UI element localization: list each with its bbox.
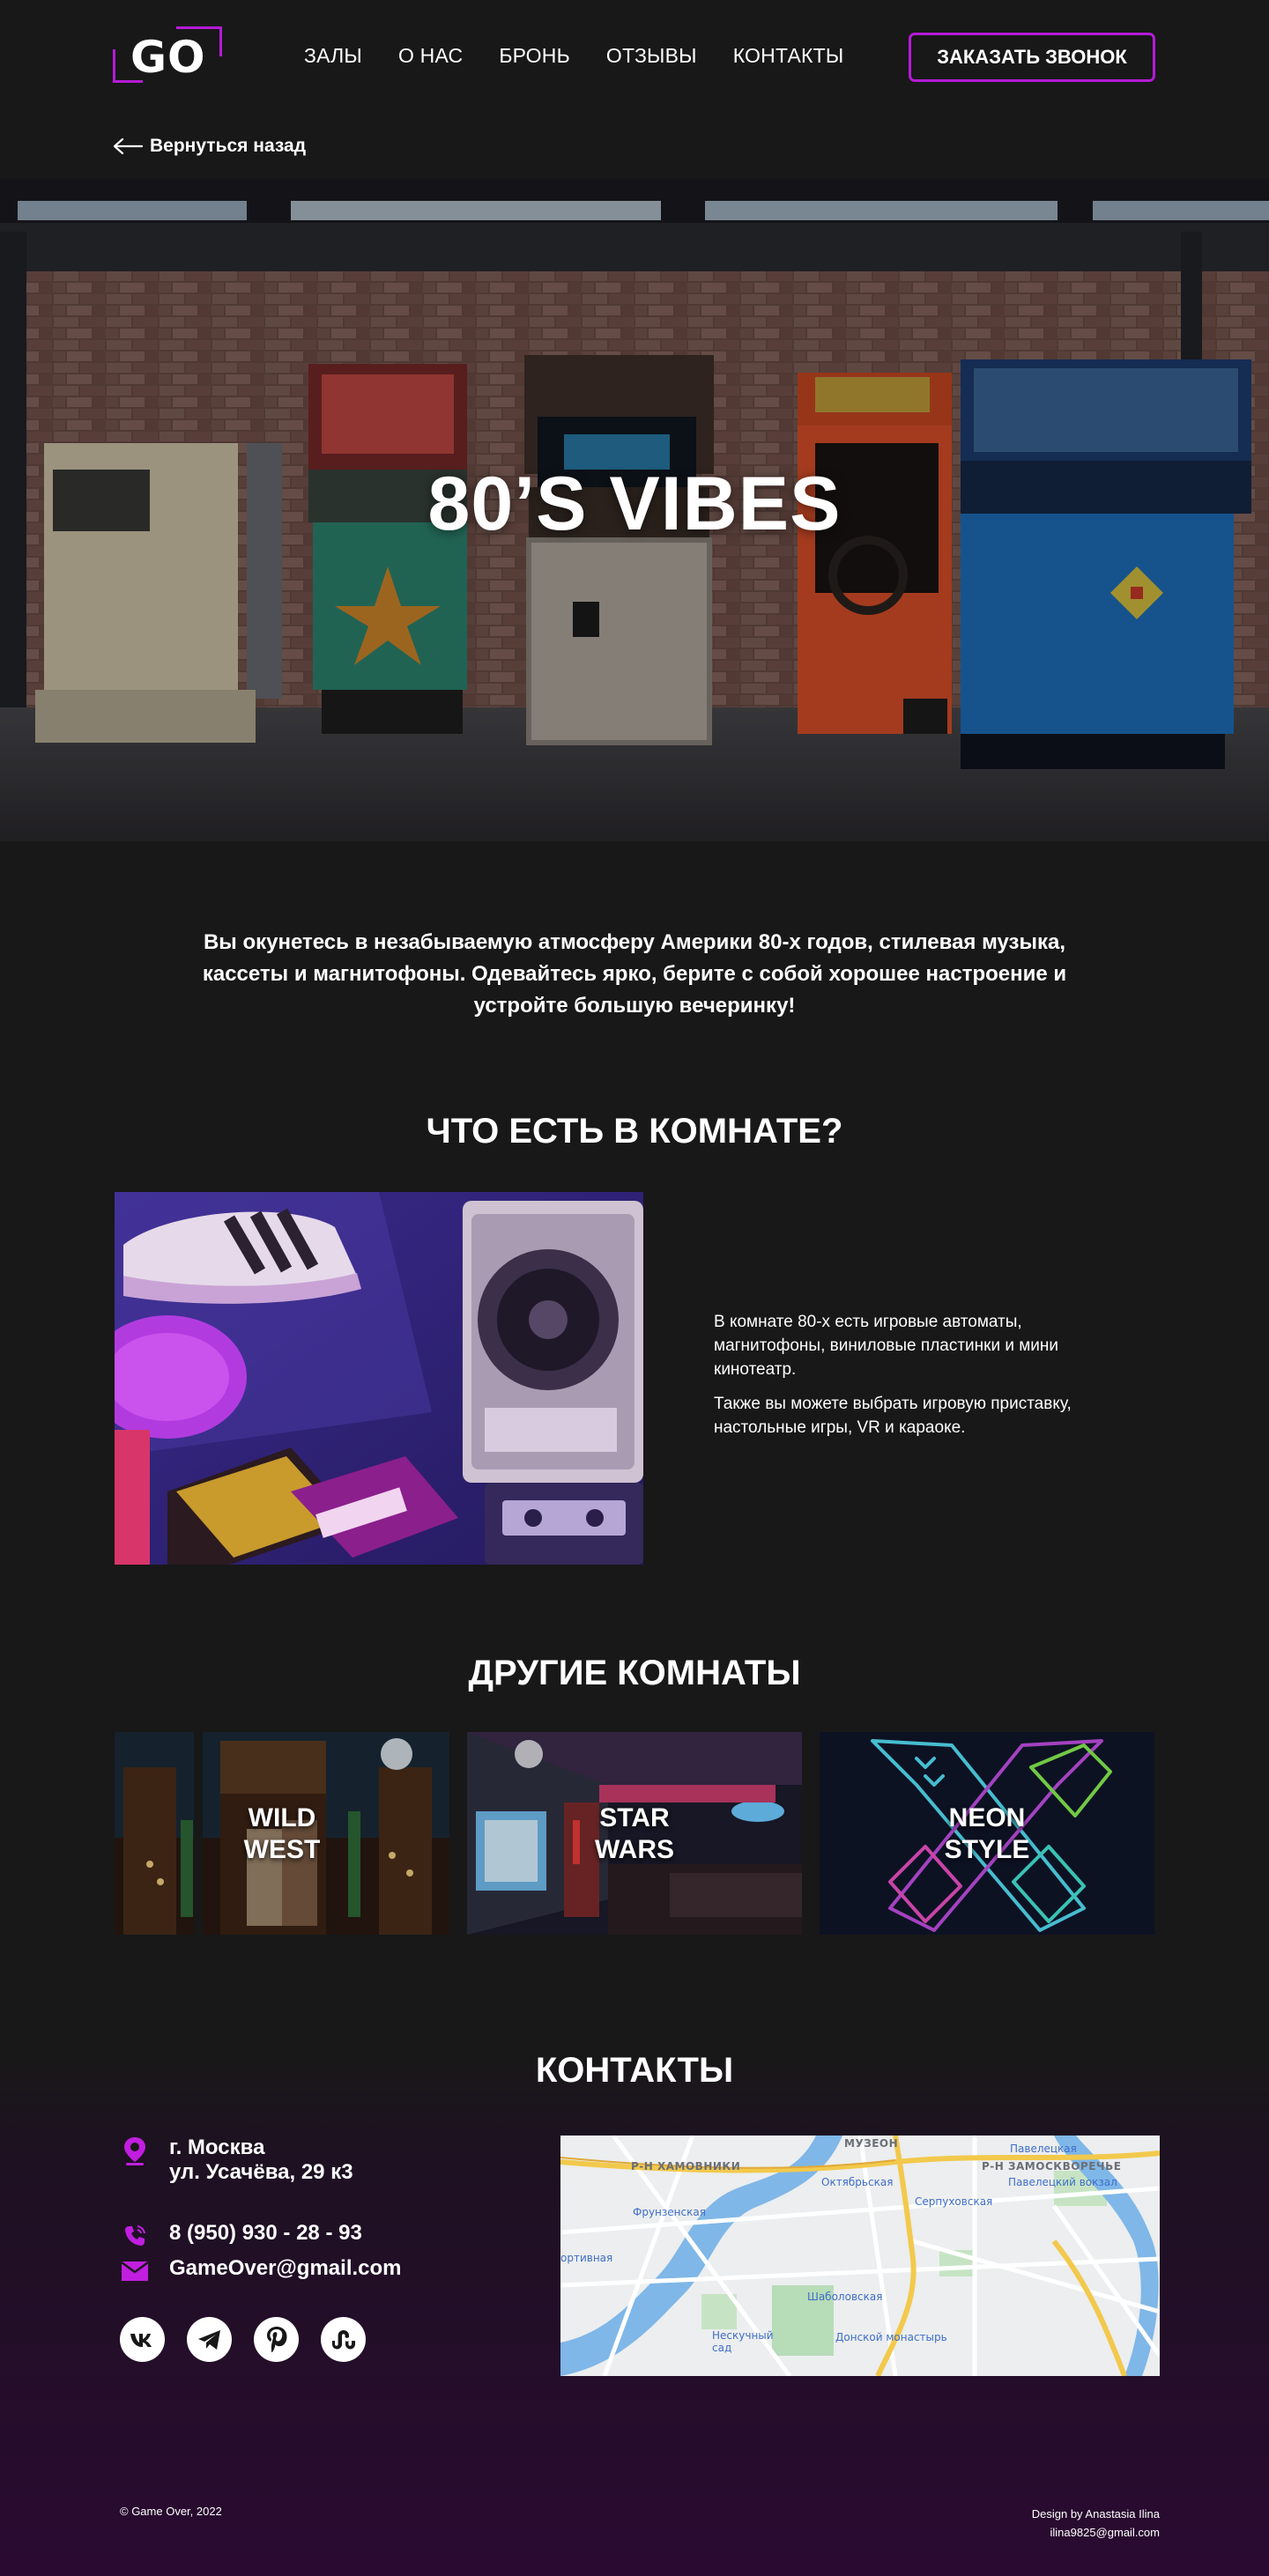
nav-item-halls[interactable]: ЗАЛЫ	[304, 44, 362, 68]
map-label: Фрунзенская	[633, 2206, 706, 2218]
logo[interactable]: GO	[113, 25, 222, 86]
map-label: Павелецкий вокзал	[1008, 2176, 1117, 2188]
telegram-icon[interactable]	[187, 2317, 232, 2362]
map-label: Нескучный сад	[712, 2329, 774, 2354]
retro-illustration-image	[115, 1192, 643, 1565]
back-link[interactable]: Вернуться назад	[113, 136, 306, 157]
room-description-paragraph: В комнате 80-х есть игровые автоматы, ма…	[714, 1313, 1059, 1379]
design-credit-name: Design by Anastasia Ilina	[1031, 2507, 1160, 2520]
email-address: GameOver@gmail.com	[169, 2256, 402, 2280]
stumbleupon-icon[interactable]	[321, 2317, 366, 2362]
address-city: г. Москва	[169, 2136, 265, 2159]
phone-number: 8 (950) 930 - 28 - 93	[169, 2221, 362, 2245]
mail-icon	[120, 2256, 150, 2286]
copyright: © Game Over, 2022	[120, 2505, 222, 2518]
other-rooms-title: ДРУГИЕ КОМНАТЫ	[468, 1654, 801, 1692]
room-description: В комнате 80-х есть игровые автоматы, ма…	[714, 1310, 1110, 1450]
location-pin-icon	[120, 2136, 150, 2165]
nav-item-booking[interactable]: БРОНЬ	[499, 44, 570, 68]
map-label: ортивная	[560, 2252, 613, 2264]
intro-text: Вы окунетесь в незабываемую атмосферу Ам…	[202, 930, 1067, 1018]
social-links	[120, 2317, 366, 2362]
map-label: Шаболовская	[807, 2291, 883, 2303]
map-label: Р-Н ЗАМОСКВОРЕЧЬЕ	[982, 2160, 1122, 2173]
room-card-label: STAR WARS	[595, 1803, 674, 1864]
map-label: Серпуховская	[915, 2195, 993, 2208]
address-street: ул. Усачёва, 29 к3	[169, 2160, 353, 2184]
map-label: Р-Н ХАМОВНИКИ	[631, 2160, 741, 2173]
contact-phone[interactable]: 8 (950) 930 - 28 - 93	[120, 2221, 362, 2251]
site-header: GO ЗАЛЫ О НАС БРОНЬ ОТЗЫВЫ КОНТАКТЫ ЗАКА…	[0, 0, 1269, 115]
hero-banner: 80’S VIBES	[0, 179, 1269, 841]
room-card-label: WILD WEST	[243, 1803, 321, 1864]
room-card-neon-style[interactable]: NEON STYLE	[820, 1732, 1154, 1935]
hero-title: 80’S VIBES	[427, 462, 842, 546]
room-illustration	[115, 1192, 643, 1565]
room-card-star-wars[interactable]: STAR WARS	[467, 1732, 802, 1935]
vk-icon[interactable]	[120, 2317, 165, 2362]
arrow-left-icon	[113, 137, 143, 155]
map-label: Октябрьская	[821, 2176, 894, 2188]
design-credit: Design by Anastasia Ilina ilina9825@gmai…	[1032, 2505, 1160, 2542]
room-card-label: NEON STYLE	[944, 1803, 1030, 1864]
nav-item-contacts[interactable]: КОНТАКТЫ	[733, 44, 844, 68]
phone-icon	[120, 2221, 150, 2251]
logo-text: GO	[130, 32, 206, 83]
room-section-title: ЧТО ЕСТЬ В КОМНАТЕ?	[426, 1112, 843, 1151]
order-call-button[interactable]: ЗАКАЗАТЬ ЗВОНОК	[909, 33, 1155, 82]
contact-address: г. Москва ул. Усачёва, 29 к3	[120, 2136, 353, 2185]
main-nav: ЗАЛЫ О НАС БРОНЬ ОТЗЫВЫ КОНТАКТЫ	[304, 44, 879, 68]
design-credit-email: ilina9825@gmail.com	[1050, 2526, 1160, 2539]
back-link-label: Вернуться назад	[150, 136, 307, 156]
contacts-title: КОНТАКТЫ	[535, 2051, 734, 2090]
address-block: г. Москва ул. Усачёва, 29 к3	[169, 2136, 353, 2185]
map-label: МУЗЕОН	[844, 2137, 899, 2150]
location-map[interactable]: Р-Н ХАМОВНИКИ Р-Н ЗАМОСКВОРЕЧЬЕ МУЗЕОН П…	[560, 2136, 1160, 2376]
map-label: Донской монастырь	[835, 2331, 947, 2343]
pinterest-icon[interactable]	[254, 2317, 299, 2362]
nav-item-about[interactable]: О НАС	[398, 44, 463, 68]
map-label: Павелецкая	[1010, 2143, 1077, 2155]
contact-email[interactable]: GameOver@gmail.com	[120, 2256, 402, 2286]
nav-item-reviews[interactable]: ОТЗЫВЫ	[606, 44, 697, 68]
room-card-wild-west[interactable]: WILD WEST	[115, 1732, 449, 1935]
room-description-paragraph: Также вы можете выбрать игровую приставк…	[714, 1395, 1072, 1437]
